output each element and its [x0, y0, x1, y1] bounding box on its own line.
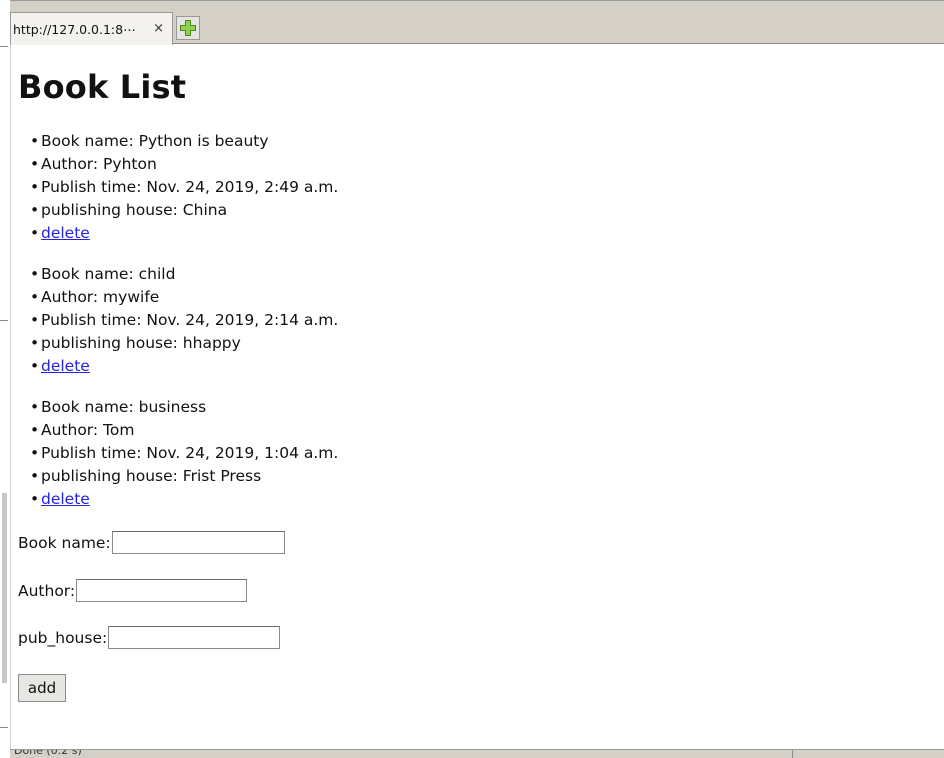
close-icon[interactable]: ×	[153, 21, 164, 36]
add-button[interactable]: add	[18, 674, 66, 702]
plus-icon	[180, 20, 196, 36]
tab-active[interactable]: http://127.0.0.1:8⋯ ×	[10, 12, 173, 45]
edge-scrollbar	[2, 493, 7, 683]
book-publishing-house: publishing house: China	[30, 199, 338, 222]
pub-house-row: pub_house:	[18, 626, 281, 649]
book-publish-time: Publish time: Nov. 24, 2019, 1:04 a.m.	[30, 442, 338, 465]
book-author: Author: Pyhton	[30, 153, 338, 176]
book-author: Author: mywife	[30, 286, 338, 309]
delete-link[interactable]: delete	[41, 357, 90, 375]
book-name-label: Book name:	[18, 533, 111, 552]
book-name-input[interactable]	[111, 531, 285, 554]
book-entry: Book name: Python is beauty Author: Pyht…	[30, 130, 338, 245]
book-entry: Book name: child Author: mywife Publish …	[30, 263, 338, 378]
book-publishing-house: publishing house: Frist Press	[30, 465, 338, 488]
author-input[interactable]	[76, 579, 248, 602]
author-label: Author:	[18, 581, 76, 600]
delete-item: delete	[30, 488, 338, 511]
background-window-edge	[0, 0, 11, 757]
book-name-row: Book name:	[18, 531, 285, 554]
new-tab-button[interactable]	[176, 16, 200, 40]
book-publish-time: Publish time: Nov. 24, 2019, 2:14 a.m.	[30, 309, 338, 332]
edge-mark	[0, 320, 8, 321]
book-name: Book name: Python is beauty	[30, 130, 338, 153]
delete-item: delete	[30, 355, 338, 378]
book-publishing-house: publishing house: hhappy	[30, 332, 338, 355]
pub-house-label: pub_house:	[18, 628, 108, 647]
edge-mark	[0, 46, 8, 47]
book-name: Book name: child	[30, 263, 338, 286]
page-title: Book List	[18, 68, 187, 106]
tab-strip: http://127.0.0.1:8⋯ ×	[10, 0, 944, 45]
book-entry: Book name: business Author: Tom Publish …	[30, 396, 338, 511]
book-publish-time: Publish time: Nov. 24, 2019, 2:49 a.m.	[30, 176, 338, 199]
delete-item: delete	[30, 222, 338, 245]
tab-title: http://127.0.0.1:8⋯	[13, 21, 136, 37]
delete-link[interactable]: delete	[41, 224, 90, 242]
status-text: Done (0.2 s)	[14, 749, 82, 757]
book-name: Book name: business	[30, 396, 338, 419]
edge-mark	[0, 727, 8, 728]
delete-link[interactable]: delete	[41, 490, 90, 508]
book-author: Author: Tom	[30, 419, 338, 442]
author-row: Author:	[18, 579, 248, 602]
pub-house-input[interactable]	[108, 626, 281, 649]
